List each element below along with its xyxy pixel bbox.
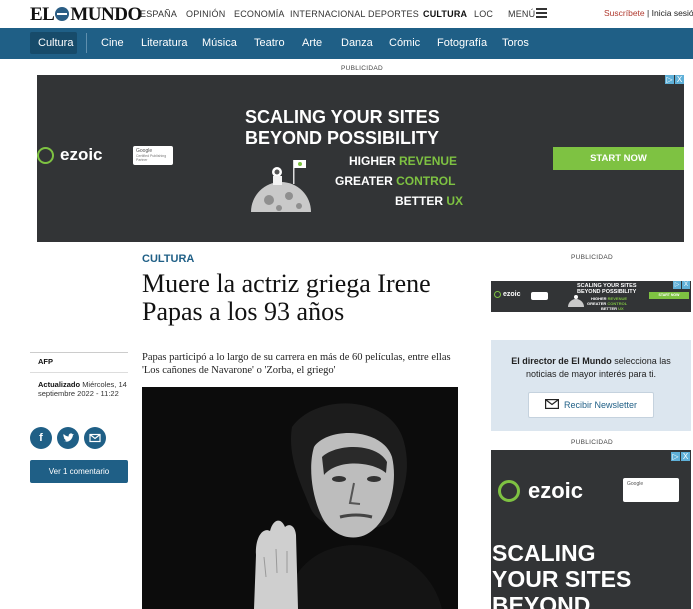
ad-label-right-1: PUBLICIDAD — [571, 254, 614, 261]
tall-ad-headline-1: SCALING — [492, 540, 596, 566]
ezoic-wordmark: ezoic — [60, 145, 103, 164]
nav-economia[interactable]: ECONOMÍA — [234, 9, 285, 19]
ad-headline-1: SCALING YOUR SITES — [245, 107, 440, 127]
email-share-icon[interactable] — [84, 427, 106, 449]
login-link[interactable]: Inicia sesión — [652, 8, 693, 18]
section-divider — [86, 33, 87, 53]
side-ad-ux: BETTER UX — [601, 306, 624, 311]
section-item-toros[interactable]: Toros — [502, 37, 529, 49]
google-partner-badge: Google Certified Publishing Partner — [133, 146, 173, 165]
logo-text-el: EL — [30, 4, 55, 25]
section-item-musica[interactable]: Música — [202, 37, 237, 49]
ad-line-control: GREATER CONTROL — [335, 174, 455, 188]
section-item-cultura[interactable]: Cultura — [38, 37, 73, 49]
side-ezoic-wordmark: ezoic — [503, 291, 521, 298]
byline-divider-2 — [30, 372, 128, 373]
site-logo[interactable]: EL MUNDO — [30, 4, 142, 26]
tall-ad-info-icon[interactable]: ▷ — [671, 452, 680, 461]
account-links: Suscríbete | Inicia sesión — [604, 8, 693, 18]
nav-opinion[interactable]: OPINIÓN — [186, 9, 225, 19]
top-bar: EL MUNDO ESPAÑA OPINIÓN ECONOMÍA INTERNAC… — [0, 0, 693, 28]
side-start-now-button[interactable]: START NOW — [649, 292, 689, 299]
ad-close-icon[interactable]: X — [675, 75, 684, 84]
newsletter-button-label: Recibir Newsletter — [563, 400, 638, 410]
tall-ezoic-ring-icon — [498, 480, 520, 502]
newsletter-text-bold: El director de El Mundo — [511, 356, 612, 366]
tall-ezoic-logo: ezoic — [498, 478, 583, 504]
side-ad-ux-b: UX — [618, 306, 624, 311]
ad-line-control-a: GREATER — [335, 174, 397, 188]
section-item-cine[interactable]: Cine — [101, 37, 124, 49]
section-item-arte[interactable]: Arte — [302, 37, 322, 49]
nav-cultura[interactable]: CULTURA — [423, 9, 467, 19]
article-photo[interactable] — [142, 387, 458, 609]
ad-headline-2: BEYOND POSSIBILITY — [245, 128, 440, 148]
tall-google-badge: Google — [623, 478, 679, 502]
nav-espana[interactable]: ESPAÑA — [140, 9, 177, 19]
twitter-share-icon[interactable] — [57, 427, 79, 449]
ad-line-control-b: CONTROL — [396, 174, 456, 188]
side-ad-headline-2: BEYOND POSSIBILITY — [577, 289, 637, 295]
nav-internacional[interactable]: INTERNACIONAL — [290, 9, 366, 19]
ad-label-right-2: PUBLICIDAD — [571, 439, 614, 446]
article-kicker[interactable]: CULTURA — [142, 253, 194, 265]
side-google-badge — [531, 292, 548, 300]
side-banner-ad[interactable]: ▷ X ezoic SCALING YOUR SITES BEYOND POSS… — [491, 281, 691, 312]
newsletter-text: El director de El Mundo selecciona las n… — [505, 355, 677, 381]
account-separator: | — [647, 8, 650, 18]
irene-papas-portrait-image — [142, 387, 458, 609]
tall-ad-close-icon[interactable]: X — [681, 452, 690, 461]
nav-deportes[interactable]: DEPORTES — [368, 9, 419, 19]
section-item-danza[interactable]: Danza — [341, 37, 373, 49]
side-ad-ux-a: BETTER — [601, 306, 619, 311]
ad-line-ux-a: BETTER — [395, 194, 447, 208]
side-ezoic-logo: ezoic — [494, 291, 521, 298]
comments-button[interactable]: Ver 1 comentario — [30, 460, 128, 483]
ad-line-revenue-a: HIGHER — [349, 154, 400, 168]
astronaut-moon-icon — [251, 160, 311, 212]
side-ad-info-icon[interactable]: ▷ — [673, 281, 681, 289]
envelope-icon — [544, 399, 559, 410]
facebook-share-icon[interactable]: f — [30, 427, 52, 449]
newsletter-box: El director de El Mundo selecciona las n… — [491, 340, 691, 431]
start-now-button[interactable]: START NOW — [553, 147, 684, 170]
side-moon-icon — [568, 295, 584, 307]
section-item-fotografia[interactable]: Fotografía — [437, 37, 487, 49]
top-banner-ad[interactable]: ▷ X ezoic Google Certified Publishing Pa… — [37, 75, 684, 242]
side-ezoic-ring-icon — [494, 291, 501, 298]
newsletter-button[interactable]: Recibir Newsletter — [528, 392, 654, 418]
globe-icon — [55, 7, 70, 21]
ad-label-top: PUBLICIDAD — [341, 65, 384, 72]
menu-button[interactable]: MENÚ — [508, 9, 535, 19]
section-item-literatura[interactable]: Literatura — [141, 37, 187, 49]
logo-text-mundo: MUNDO — [70, 4, 142, 25]
google-badge-sub: Certified Publishing Partner — [136, 154, 167, 162]
tall-ad-headline-3: BEYOND — [492, 592, 591, 609]
section-item-teatro[interactable]: Teatro — [254, 37, 285, 49]
updated-label: Actualizado — [38, 380, 81, 389]
section-item-comic[interactable]: Cómic — [389, 37, 420, 49]
side-ad-close-icon[interactable]: X — [682, 281, 690, 289]
tall-ad-headline-2: YOUR SITES — [492, 566, 632, 592]
nav-loc[interactable]: LOC — [474, 9, 493, 19]
ezoic-ring-icon — [37, 146, 54, 164]
ad-line-revenue: HIGHER REVENUE — [349, 154, 457, 168]
ad-info-icon[interactable]: ▷ — [665, 75, 674, 84]
section-nav: Cultura Cine Literatura Música Teatro Ar… — [0, 28, 693, 59]
ad-line-ux-b: UX — [446, 194, 464, 208]
google-badge-text: Google — [136, 148, 153, 154]
article-author: AFP — [38, 357, 53, 366]
tall-ezoic-wordmark: ezoic — [528, 478, 584, 503]
tall-google-badge-text: Google — [627, 481, 644, 487]
subscribe-link[interactable]: Suscríbete — [604, 8, 645, 18]
ad-line-ux: BETTER UX — [395, 194, 463, 208]
ad-line-revenue-b: REVENUE — [399, 154, 458, 168]
hamburger-menu-icon[interactable] — [536, 8, 547, 18]
article-updated: Actualizado Miércoles, 14 septiembre 202… — [38, 380, 130, 398]
article-headline: Muere la actriz griega Irene Papas a los… — [142, 269, 431, 326]
byline-divider — [30, 352, 128, 353]
ezoic-logo: ezoic — [37, 145, 103, 165]
article-standfirst: Papas participó a lo largo de su carrera… — [142, 352, 451, 376]
side-tall-ad[interactable]: ▷ X ezoic Google SCALING YOUR SITES BEYO… — [491, 450, 691, 609]
